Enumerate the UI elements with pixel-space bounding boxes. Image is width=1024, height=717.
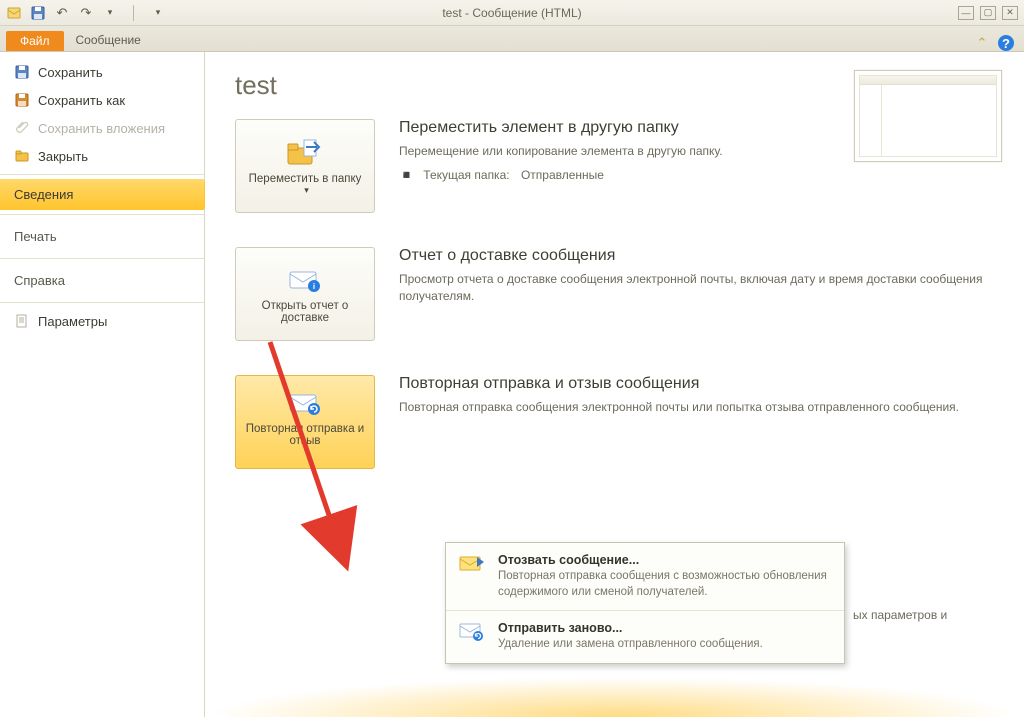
qat-more-icon[interactable]: ▾ — [150, 5, 166, 21]
maximize-icon[interactable]: ▢ — [980, 6, 996, 20]
save-icon[interactable] — [30, 5, 46, 21]
options-icon — [14, 313, 30, 329]
button-label: Переместить в папку — [249, 173, 362, 185]
sidebar-item-close[interactable]: Закрыть — [0, 142, 204, 170]
sidebar-item-label: Сохранить вложения — [38, 121, 165, 136]
resend-icon — [285, 387, 325, 419]
menu-item-title: Отправить заново... — [498, 621, 832, 635]
menu-item-title: Отозвать сообщение... — [498, 553, 832, 567]
title-bar: ↶ ↷ ▾ │ ▾ test - Сообщение (HTML) — ▢ ✕ — [0, 0, 1024, 26]
save-icon — [14, 64, 30, 80]
resend-recall-dropdown: Отозвать сообщение... Повторная отправка… — [445, 542, 845, 664]
ribbon: Файл Сообщение ⌃ ? — [0, 26, 1024, 52]
move-folder-icon — [285, 137, 325, 169]
redo-icon[interactable]: ↷ — [78, 5, 94, 21]
qat-dropdown-icon[interactable]: ▾ — [102, 5, 118, 21]
message-preview — [854, 70, 1002, 162]
sidebar-separator — [0, 302, 204, 303]
tab-message[interactable]: Сообщение — [64, 29, 153, 51]
close-icon[interactable]: ✕ — [1002, 6, 1018, 20]
current-folder-value: Отправленные — [521, 168, 604, 182]
sidebar-item-options[interactable]: Параметры — [0, 307, 204, 335]
sidebar-item-info[interactable]: Сведения — [0, 179, 204, 210]
current-folder-label: Текущая папка: — [423, 168, 509, 182]
backstage-sidebar: Сохранить Сохранить как Сохранить вложен… — [0, 52, 205, 717]
chevron-down-icon: ▾ — [304, 185, 309, 196]
attachment-icon — [14, 120, 30, 136]
menu-item-recall[interactable]: Отозвать сообщение... Повторная отправка… — [446, 543, 844, 611]
menu-item-resend[interactable]: Отправить заново... Удаление или замена … — [446, 611, 844, 663]
qat-sep: │ — [126, 5, 142, 21]
section-text: Просмотр отчета о доставке сообщения эле… — [399, 271, 1000, 306]
sidebar-item-save[interactable]: Сохранить — [0, 58, 204, 86]
chevron-down-icon: ▾ — [304, 447, 309, 458]
folder-close-icon — [14, 148, 30, 164]
current-folder-row: ◾ Текущая папка: Отправленные — [399, 168, 1000, 182]
sidebar-item-label: Параметры — [38, 314, 107, 329]
minimize-icon[interactable]: — — [958, 6, 974, 20]
section-delivery-report: i Открыть отчет о доставке Отчет о доста… — [235, 247, 1000, 341]
recall-icon — [458, 553, 486, 575]
truncated-text: ых параметров и — [853, 608, 947, 622]
section-resend-recall: Повторная отправка и отзыв▾ Повторная от… — [235, 375, 1000, 469]
sidebar-item-label: Сохранить — [38, 65, 103, 80]
resend-recall-button[interactable]: Повторная отправка и отзыв▾ — [235, 375, 375, 469]
report-icon: i — [285, 264, 325, 296]
sidebar-item-save-attachments: Сохранить вложения — [0, 114, 204, 142]
quick-access-toolbar: ↶ ↷ ▾ │ ▾ — [0, 5, 166, 21]
undo-icon[interactable]: ↶ — [54, 5, 70, 21]
backstage-content: test Переместить в папку▾ Переместить эл… — [205, 52, 1024, 717]
svg-text:i: i — [313, 282, 315, 291]
sidebar-item-label: Закрыть — [38, 149, 88, 164]
save-as-icon — [14, 92, 30, 108]
bottom-glow — [205, 677, 1024, 717]
sidebar-item-label: Сохранить как — [38, 93, 125, 108]
section-text: Повторная отправка сообщения электронной… — [399, 399, 1000, 416]
section-heading: Повторная отправка и отзыв сообщения — [399, 375, 1000, 393]
section-heading: Отчет о доставке сообщения — [399, 247, 1000, 265]
menu-item-desc: Повторная отправка сообщения с возможнос… — [498, 569, 832, 600]
menu-item-desc: Удаление или замена отправленного сообще… — [498, 637, 832, 653]
sidebar-separator — [0, 174, 204, 175]
open-delivery-report-button[interactable]: i Открыть отчет о доставке — [235, 247, 375, 341]
button-label: Повторная отправка и отзыв — [240, 423, 370, 447]
help-icon[interactable]: ? — [998, 35, 1014, 51]
tab-file[interactable]: Файл — [6, 31, 64, 51]
sidebar-separator — [0, 258, 204, 259]
sidebar-item-save-as[interactable]: Сохранить как — [0, 86, 204, 114]
sidebar-item-print[interactable]: Печать — [0, 219, 204, 254]
app-icon — [6, 5, 22, 21]
sidebar-item-help[interactable]: Справка — [0, 263, 204, 298]
move-to-folder-button[interactable]: Переместить в папку▾ — [235, 119, 375, 213]
main: Сохранить Сохранить как Сохранить вложен… — [0, 52, 1024, 717]
bullet-icon: ◾ — [399, 168, 414, 182]
button-label: Открыть отчет о доставке — [240, 300, 370, 324]
sidebar-separator — [0, 214, 204, 215]
system-buttons: — ▢ ✕ — [958, 6, 1024, 20]
collapse-ribbon-icon[interactable]: ⌃ — [974, 35, 990, 51]
resend-again-icon — [458, 621, 486, 643]
window-title: test - Сообщение (HTML) — [442, 6, 581, 20]
